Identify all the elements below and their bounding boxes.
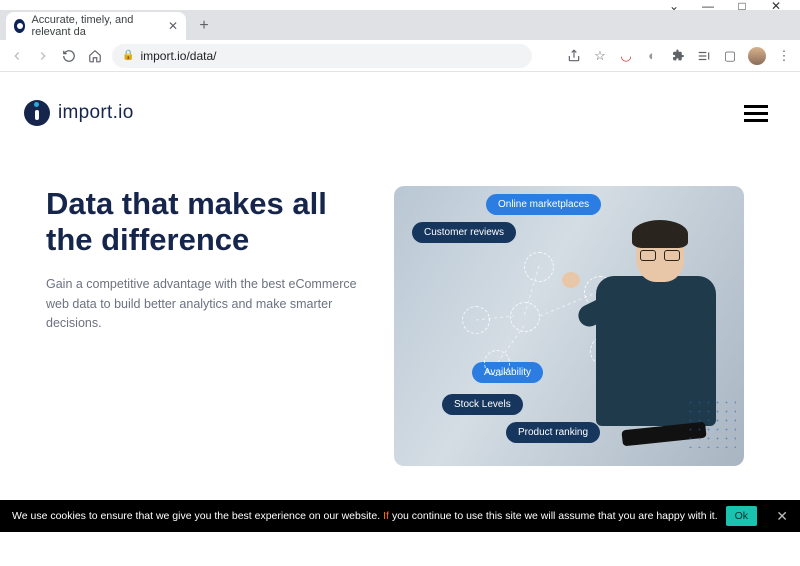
brand-name: import.io	[58, 102, 134, 124]
tab-close-icon[interactable]: ✕	[168, 19, 178, 33]
cookie-text: We use cookies to ensure that we give yo…	[12, 510, 380, 522]
ext-square-icon[interactable]: ▢	[722, 48, 738, 64]
brand[interactable]: import.io	[24, 100, 134, 126]
reading-list-icon[interactable]	[696, 48, 712, 64]
ext-shield-icon[interactable]: ◡	[618, 48, 634, 64]
hero-subtitle: Gain a competitive advantage with the be…	[46, 275, 376, 333]
hero-section: Data that makes all the difference Gain …	[0, 136, 800, 466]
profile-avatar[interactable]	[748, 47, 766, 65]
hamburger-menu-icon[interactable]	[744, 105, 768, 122]
hero-image: Online marketplaces Customer reviews Ava…	[394, 186, 744, 466]
window-close-icon[interactable]: ✕	[770, 0, 782, 12]
reload-icon[interactable]	[60, 47, 78, 65]
extensions-icon[interactable]	[670, 48, 686, 64]
back-icon[interactable]	[8, 47, 26, 65]
site-header: import.io	[0, 72, 800, 136]
tab-strip: Accurate, timely, and relevant da ✕ +	[0, 10, 800, 40]
cookie-text-2: you continue to use this site we will as…	[392, 510, 718, 522]
window-maximize-icon[interactable]: □	[736, 0, 748, 12]
new-tab-button[interactable]: +	[192, 14, 216, 38]
address-bar[interactable]: 🔒 import.io/data/	[112, 44, 532, 68]
kebab-menu-icon[interactable]: ⋮	[776, 48, 792, 64]
pill-marketplaces: Online marketplaces	[486, 194, 601, 215]
cookie-close-icon[interactable]: ✕	[776, 508, 788, 525]
star-icon[interactable]: ☆	[592, 48, 608, 64]
ext-circle-icon[interactable]: ◐	[644, 48, 660, 64]
cookie-banner: We use cookies to ensure that we give yo…	[0, 500, 800, 532]
favicon-icon	[14, 19, 25, 33]
window-dropdown-icon[interactable]: ⌄	[668, 0, 680, 12]
tab-title: Accurate, timely, and relevant da	[31, 14, 161, 38]
browser-tab[interactable]: Accurate, timely, and relevant da ✕	[6, 12, 186, 40]
decorative-dots	[686, 398, 736, 448]
home-icon[interactable]	[86, 47, 104, 65]
window-controls: ⌄ — □ ✕	[0, 0, 800, 10]
page-content: import.io Data that makes all the differ…	[0, 72, 800, 544]
brand-logo-icon	[24, 100, 50, 126]
cookie-ok-button[interactable]: Ok	[726, 506, 757, 526]
forward-icon[interactable]	[34, 47, 52, 65]
window-minimize-icon[interactable]: —	[702, 0, 714, 12]
share-icon[interactable]	[566, 48, 582, 64]
browser-toolbar: 🔒 import.io/data/ ☆ ◡ ◐ ▢ ⋮	[0, 40, 800, 72]
lock-icon: 🔒	[122, 50, 134, 61]
hero-title: Data that makes all the difference	[46, 186, 376, 257]
cookie-highlight: If	[383, 510, 389, 522]
pill-reviews: Customer reviews	[412, 222, 516, 243]
url-text: import.io/data/	[140, 49, 216, 63]
pill-stock: Stock Levels	[442, 394, 523, 415]
hero-text: Data that makes all the difference Gain …	[46, 186, 376, 466]
extensions-row: ☆ ◡ ◐ ▢ ⋮	[566, 47, 792, 65]
